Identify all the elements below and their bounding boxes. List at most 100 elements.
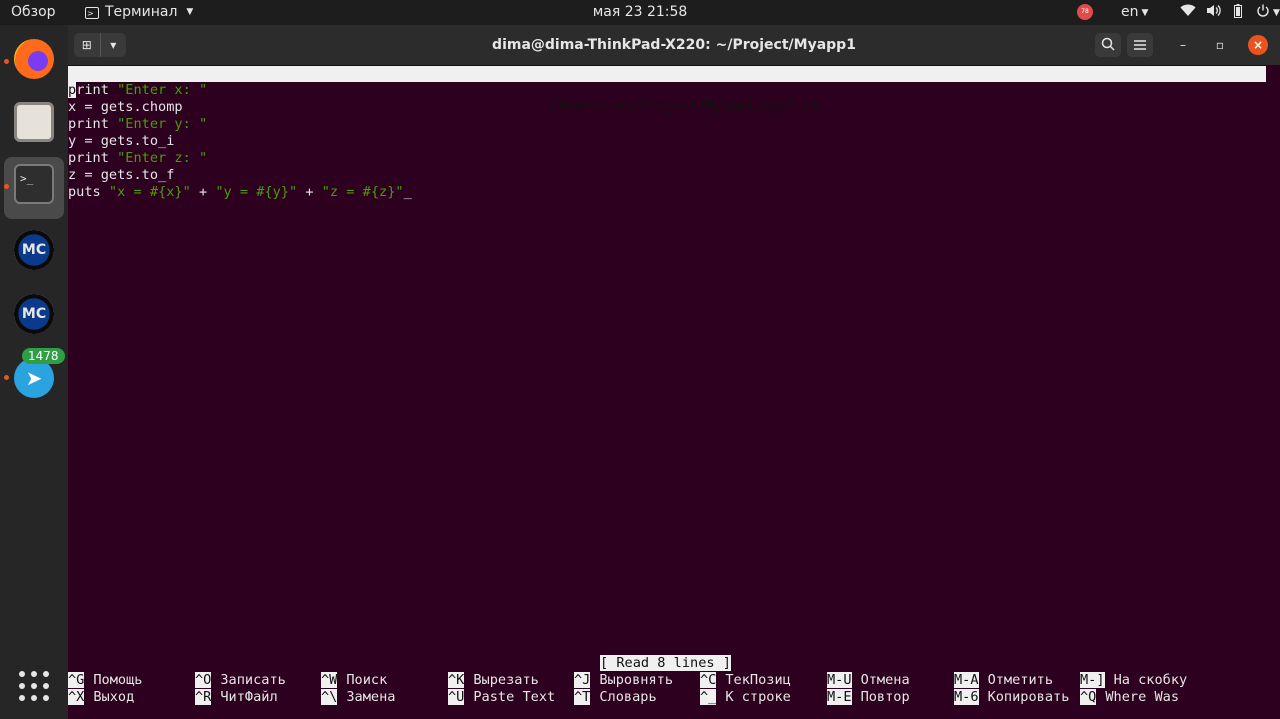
shortcut-item[interactable]: ^J Выровнять [574, 672, 673, 689]
dock-mc-2[interactable]: MC [0, 286, 68, 342]
midnight-commander-icon: MC [14, 294, 54, 334]
code-line: print "Enter y: " [68, 116, 412, 133]
shortcut-item[interactable]: M-E Повтор [827, 689, 910, 706]
shortcut-key: ^G [68, 672, 85, 688]
shortcut-item[interactable]: ^O Записать [195, 672, 286, 689]
shortcut-label: Копировать [987, 689, 1070, 705]
menu-button[interactable] [1127, 33, 1153, 57]
search-icon [1101, 37, 1115, 51]
shortcut-key: M-U [827, 672, 852, 688]
terminal-icon: >_ [14, 164, 54, 204]
shortcut-label: Отмена [860, 672, 910, 688]
keyboard-layout-indicator[interactable]: en ▼ [1121, 0, 1148, 25]
code-text: print [68, 82, 109, 98]
shortcut-item[interactable]: M-6 Копировать [954, 689, 1069, 706]
wifi-icon[interactable] [1180, 0, 1196, 25]
minimize-button[interactable]: – [1173, 35, 1193, 55]
string-literal: "y = #{y}" [215, 184, 298, 200]
shortcut-item[interactable]: ^K Вырезать [448, 672, 539, 689]
code-text: x = gets.chomp [68, 99, 183, 115]
code-text: print [68, 116, 109, 132]
shortcut-item[interactable]: ^\ Замена [321, 689, 395, 706]
maximize-button[interactable]: ▫ [1210, 35, 1230, 55]
power-menu[interactable]: ▼ [1256, 0, 1280, 25]
shortcut-item[interactable]: ^_ К строке [700, 689, 791, 706]
running-indicator [4, 59, 9, 64]
shortcut-label: Paste Text [473, 689, 556, 705]
show-applications-icon[interactable] [19, 671, 49, 701]
shortcut-item[interactable]: ^U Paste Text [448, 689, 555, 706]
shortcut-label: Вырезать [473, 672, 539, 688]
dock-files[interactable] [0, 94, 68, 150]
shortcut-label: К строке [725, 689, 791, 705]
chevron-down-icon: ▼ [1273, 8, 1280, 18]
shortcut-label: Where Was [1105, 689, 1180, 705]
shortcut-key: ^T [574, 689, 591, 705]
terminal-scrollbar[interactable] [1266, 65, 1280, 719]
dock-mc-1[interactable]: MC [0, 222, 68, 278]
shortcut-item[interactable]: ^X Выход [68, 689, 134, 706]
search-button[interactable] [1095, 33, 1121, 57]
shortcut-key: ^C [700, 672, 717, 688]
hamburger-icon [1134, 40, 1146, 50]
dock-firefox[interactable] [0, 31, 68, 87]
shortcut-item[interactable]: ^T Словарь [574, 689, 657, 706]
shortcut-key: ^Q [1080, 689, 1097, 705]
keyboard-layout-label: en [1121, 4, 1139, 20]
code-line: print "Enter x: " [68, 82, 412, 99]
shortcut-item[interactable]: M-] На скобку [1080, 672, 1187, 689]
battery-icon[interactable] [1234, 0, 1242, 25]
shortcut-label: Поиск [346, 672, 388, 688]
code-line: z = gets.to_f [68, 167, 412, 184]
terminal-body[interactable]: GNU nano 4.8 /home/dima/Project/Myapp1/a… [68, 65, 1266, 719]
string-literal: "Enter y: " [108, 116, 208, 132]
shortcut-label: Повтор [860, 689, 910, 705]
shortcut-item[interactable]: ^R ЧитФайл [195, 689, 278, 706]
shortcut-label: На скобку [1113, 672, 1188, 688]
screen-record-icon[interactable]: 78 [1077, 4, 1093, 20]
code-text: puts [68, 184, 109, 200]
shortcut-item[interactable]: ^G Помощь [68, 672, 142, 689]
terminal-header: ⊞ ▾ dima@dima-ThinkPad-X220: ~/Project/M… [68, 25, 1280, 65]
shortcut-item[interactable]: M-A Отметить [954, 672, 1053, 689]
shortcut-label: Записать [220, 672, 286, 688]
code-editor[interactable]: print "Enter x: " x = gets.chomp print "En… [68, 82, 412, 201]
notification-badge: 1478 [22, 348, 65, 364]
shortcut-key: M-A [954, 672, 979, 688]
shortcut-item[interactable]: M-U Отмена [827, 672, 910, 689]
shortcut-label: Замена [346, 689, 396, 705]
shortcut-label: Помощь [93, 672, 143, 688]
code-text: z = gets.to_f [68, 167, 175, 183]
shortcut-label: Выровнять [599, 672, 674, 688]
shortcut-label: ТекПозиц [725, 672, 791, 688]
shortcut-label: ЧитФайл [220, 689, 278, 705]
volume-icon[interactable] [1206, 0, 1221, 25]
shortcut-key: ^\ [321, 689, 338, 705]
shortcut-key: M-E [827, 689, 852, 705]
shortcut-label: Словарь [599, 689, 657, 705]
shortcut-key: ^X [68, 689, 85, 705]
string-literal: "Enter z: " [108, 150, 208, 166]
shortcut-key: ^J [574, 672, 591, 688]
dock-terminal[interactable]: >_ [0, 156, 68, 219]
string-literal: "Enter x: " [108, 82, 208, 98]
shortcut-key: M-6 [954, 689, 979, 705]
shortcut-item[interactable]: ^W Поиск [321, 672, 387, 689]
code-text: print [68, 150, 109, 166]
code-text: y = gets.to_i [68, 133, 175, 149]
shortcut-key: ^K [448, 672, 465, 688]
shortcut-bar: ^G Помощь ^O Записать ^W Поиск ^K Вырезать ^J Выр… [68, 672, 1266, 706]
running-indicator [4, 375, 9, 380]
shortcut-item[interactable]: ^C ТекПозиц [700, 672, 791, 689]
file-path: /home/dima/Project/Myapp1/app7.rb [550, 98, 821, 114]
shortcut-key: ^_ [700, 689, 717, 705]
code-line: print "Enter z: " [68, 150, 412, 167]
code-text: + [190, 184, 216, 200]
clock-label: мая 23 21:58 [592, 4, 688, 20]
status-message: [ Read 8 lines ] [600, 655, 731, 671]
nano-title-bar: GNU nano 4.8 /home/dima/Project/Myapp1/a… [68, 66, 1266, 114]
shortcut-item[interactable]: ^Q Where Was [1080, 689, 1179, 706]
dock-telegram[interactable]: ➤ 1478 [0, 348, 68, 406]
close-button[interactable]: × [1248, 35, 1268, 55]
top-bar: Обзор > Терминал ▼ мая 23 21:58 78 en ▼ ▼ [0, 0, 1280, 25]
